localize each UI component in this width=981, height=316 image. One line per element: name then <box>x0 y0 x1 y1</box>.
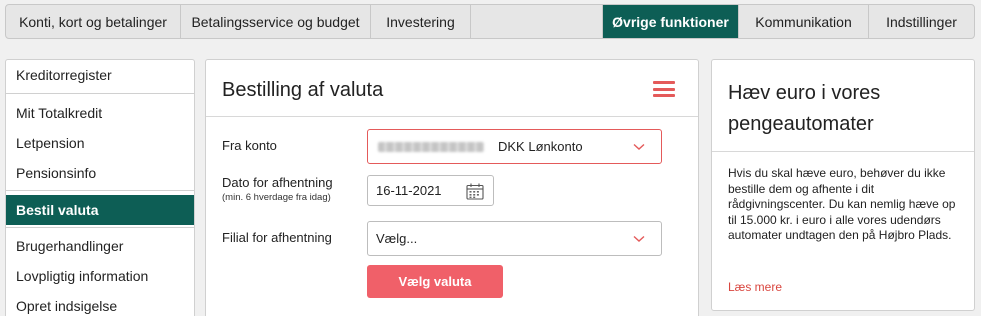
read-more-link[interactable]: Læs mere <box>728 280 782 294</box>
info-card-body: Hvis du skal hæve euro, behøver du ikke … <box>728 166 956 242</box>
info-card-divider <box>712 151 974 152</box>
top-navigation: Konti, kort og betalinger Betalingsservi… <box>5 4 975 39</box>
tab-konti-kort-betalinger[interactable]: Konti, kort og betalinger <box>6 5 181 38</box>
tab-ovrige-funktioner[interactable]: Øvrige funktioner <box>603 5 739 38</box>
euro-atm-info-card: Hæv euro i vores pengeautomater Hvis du … <box>711 59 975 311</box>
tab-investering[interactable]: Investering <box>371 5 471 38</box>
choose-currency-button[interactable]: Vælg valuta <box>367 265 503 298</box>
sidebar-item-kreditorregister[interactable]: Kreditorregister <box>6 60 194 90</box>
sidebar-item-bestil-valuta[interactable]: Bestil valuta <box>6 195 194 225</box>
sidebar-divider <box>6 190 194 191</box>
hamburger-menu-icon[interactable] <box>653 81 675 97</box>
info-card-title: Hæv euro i vores pengeautomater <box>728 82 881 135</box>
pickup-date-value: 16-11-2021 <box>376 183 442 198</box>
sidebar: Kreditorregister Mit Totalkredit Letpens… <box>5 59 195 316</box>
from-account-value: DKK Lønkonto <box>498 139 583 154</box>
sidebar-item-lovpligtig-information[interactable]: Lovpligtig information <box>6 261 194 291</box>
branch-select[interactable]: Vælg... <box>367 221 662 256</box>
sidebar-item-letpension[interactable]: Letpension <box>6 128 194 158</box>
panel-divider <box>206 116 698 117</box>
sidebar-item-brugerhandlinger[interactable]: Brugerhandlinger <box>6 231 194 261</box>
sidebar-divider <box>6 93 194 94</box>
tab-bar-spacer <box>471 5 603 38</box>
panel-title: Bestilling af valuta <box>222 79 384 101</box>
currency-order-panel: Bestilling af valuta Fra konto DKK Lønko… <box>205 59 699 316</box>
sidebar-divider <box>6 227 194 228</box>
tab-indstillinger[interactable]: Indstillinger <box>869 5 974 38</box>
pickup-date-input[interactable]: 16-11-2021 <box>367 175 494 206</box>
pickup-date-label: Dato for afhentning <box>222 175 333 190</box>
chevron-down-icon <box>633 143 645 150</box>
branch-label: Filial for afhentning <box>222 230 332 245</box>
branch-value: Vælg... <box>376 231 418 246</box>
pickup-date-hint: (min. 6 hverdage fra idag) <box>222 192 331 203</box>
masked-account-number <box>378 141 484 152</box>
from-account-label: Fra konto <box>222 138 277 153</box>
from-account-select[interactable]: DKK Lønkonto <box>367 129 662 164</box>
chevron-down-icon <box>633 235 645 242</box>
tab-betalingsservice-budget[interactable]: Betalingsservice og budget <box>181 5 371 38</box>
calendar-icon[interactable] <box>466 183 484 200</box>
tab-kommunikation[interactable]: Kommunikation <box>739 5 869 38</box>
sidebar-item-pensionsinfo[interactable]: Pensionsinfo <box>6 158 194 188</box>
sidebar-item-mit-totalkredit[interactable]: Mit Totalkredit <box>6 98 194 128</box>
sidebar-item-opret-indsigelse[interactable]: Opret indsigelse <box>6 291 194 316</box>
